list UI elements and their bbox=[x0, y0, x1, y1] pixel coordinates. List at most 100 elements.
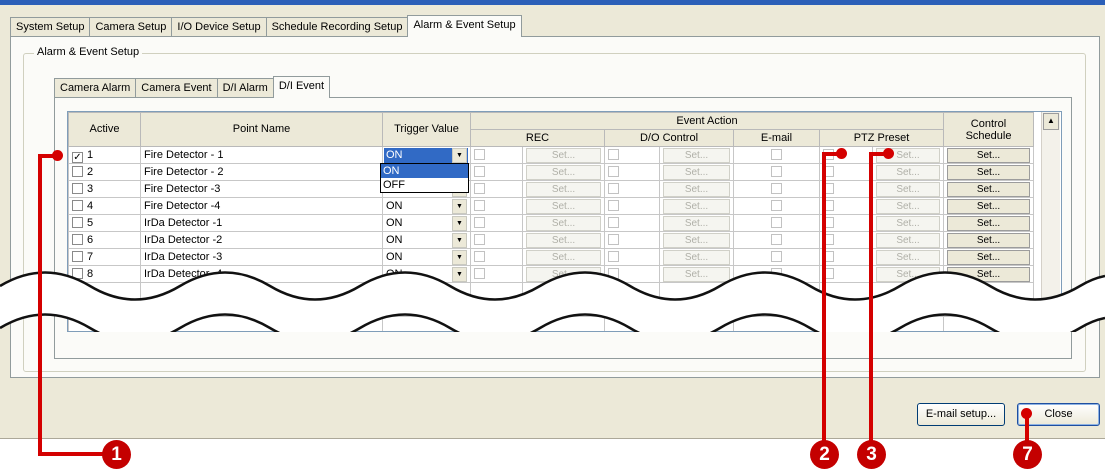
wavy-break-graphic bbox=[0, 271, 1105, 332]
ptz-preset-set-button[interactable]: Set... bbox=[876, 198, 940, 214]
do-control-set-button[interactable]: Set... bbox=[663, 164, 730, 180]
active-checkbox[interactable] bbox=[72, 182, 83, 194]
active-cell: 3 bbox=[68, 180, 141, 198]
tab-alarm-event-setup[interactable]: Alarm & Event Setup bbox=[407, 15, 522, 37]
point-name-cell: Fire Detector - 2 bbox=[140, 163, 383, 181]
rec-cell bbox=[470, 180, 523, 198]
trigger-value-select[interactable]: ON▼ bbox=[384, 147, 468, 163]
subtab-camera-alarm[interactable]: Camera Alarm bbox=[54, 78, 137, 97]
tab-schedule-recording-setup[interactable]: Schedule Recording Setup bbox=[265, 17, 409, 36]
ptz-preset-set-button[interactable]: Set... bbox=[876, 181, 940, 197]
email-checkbox[interactable] bbox=[771, 182, 782, 194]
active-checkbox[interactable] bbox=[72, 199, 83, 211]
dropdown-option-on[interactable]: ON bbox=[381, 164, 468, 178]
schedule-cell: Set... bbox=[943, 163, 1034, 181]
trigger-value-select[interactable]: ON ▼ bbox=[386, 198, 467, 214]
do-control-checkbox[interactable] bbox=[608, 250, 619, 262]
dropdown-arrow-icon[interactable]: ▼ bbox=[452, 147, 467, 163]
ptz-preset-set-button[interactable]: Set... bbox=[876, 215, 940, 231]
email-checkbox[interactable] bbox=[771, 250, 782, 262]
dropdown-option-off[interactable]: OFF bbox=[381, 178, 468, 192]
do-control-set-button[interactable]: Set... bbox=[663, 181, 730, 197]
point-number: 3 bbox=[87, 182, 94, 195]
do-control-checkbox[interactable] bbox=[608, 216, 619, 228]
point-name-cell: IrDa Detector -1 bbox=[140, 214, 383, 232]
rec-checkbox[interactable] bbox=[474, 199, 485, 211]
active-cell: 5 bbox=[68, 214, 141, 232]
rec-set-button[interactable]: Set... bbox=[526, 164, 601, 180]
dropdown-arrow-icon[interactable]: ▼ bbox=[452, 232, 467, 248]
do-control-checkbox[interactable] bbox=[608, 199, 619, 211]
subtab-camera-event[interactable]: Camera Event bbox=[135, 78, 218, 97]
email-setup-button[interactable]: E-mail setup... bbox=[917, 403, 1005, 426]
rec-checkbox[interactable] bbox=[474, 216, 485, 228]
point-number: 5 bbox=[87, 216, 94, 229]
rec-set-button[interactable]: Set... bbox=[526, 215, 601, 231]
trigger-value-dropdown-list[interactable]: ON OFF bbox=[380, 163, 469, 193]
dropdown-arrow-icon[interactable]: ▼ bbox=[452, 198, 467, 214]
do-control-checkbox[interactable] bbox=[608, 233, 619, 245]
ptz-set-cell: Set... bbox=[872, 163, 944, 181]
do-control-set-button[interactable]: Set... bbox=[663, 215, 730, 231]
trigger-value-text: ON bbox=[386, 199, 403, 212]
control-schedule-set-button[interactable]: Set... bbox=[947, 232, 1030, 248]
active-checkbox[interactable] bbox=[72, 250, 83, 262]
trigger-value-select[interactable]: ON▼ bbox=[386, 215, 467, 231]
tab-camera-setup[interactable]: Camera Setup bbox=[89, 17, 173, 36]
tab-system-setup[interactable]: System Setup bbox=[10, 17, 91, 36]
do-control-checkbox[interactable] bbox=[608, 182, 619, 194]
rec-set-button[interactable]: Set... bbox=[526, 198, 601, 214]
email-checkbox[interactable] bbox=[771, 165, 782, 177]
ptz-preset-set-button[interactable]: Set... bbox=[876, 232, 940, 248]
active-cell: 6 bbox=[68, 231, 141, 249]
do-control-checkbox[interactable] bbox=[608, 148, 619, 160]
control-schedule-set-button[interactable]: Set... bbox=[947, 181, 1030, 197]
do-control-set-button[interactable]: Set... bbox=[663, 147, 730, 163]
active-checkbox[interactable] bbox=[72, 216, 83, 228]
control-schedule-set-button[interactable]: Set... bbox=[947, 164, 1030, 180]
tab-io-device-setup[interactable]: I/O Device Setup bbox=[171, 17, 267, 36]
control-schedule-set-button[interactable]: Set... bbox=[947, 215, 1030, 231]
dropdown-arrow-icon[interactable]: ▼ bbox=[452, 215, 467, 231]
rec-checkbox[interactable] bbox=[474, 148, 485, 160]
rec-checkbox[interactable] bbox=[474, 250, 485, 262]
email-checkbox[interactable] bbox=[771, 216, 782, 228]
table-row: 6 IrDa Detector -2 ON ▼ Set... Set... Set... Se… bbox=[68, 231, 1034, 249]
trigger-value-cell: ON ▼ bbox=[382, 197, 471, 215]
email-cell bbox=[733, 214, 820, 232]
subtab-di-alarm[interactable]: D/I Alarm bbox=[216, 78, 274, 97]
point-number: 6 bbox=[87, 233, 94, 246]
rec-checkbox[interactable] bbox=[474, 182, 485, 194]
do-control-set-button[interactable]: Set... bbox=[663, 232, 730, 248]
rec-checkbox[interactable] bbox=[474, 233, 485, 245]
rec-set-button[interactable]: Set... bbox=[526, 181, 601, 197]
rec-checkbox[interactable] bbox=[474, 165, 485, 177]
email-cell bbox=[733, 146, 820, 164]
email-checkbox[interactable] bbox=[771, 148, 782, 160]
active-checkbox[interactable]: ✓ bbox=[72, 151, 83, 163]
rec-cell bbox=[470, 214, 523, 232]
do-control-checkbox[interactable] bbox=[608, 165, 619, 177]
do-control-cell bbox=[604, 163, 660, 181]
rec-cell bbox=[470, 231, 523, 249]
control-schedule-set-button[interactable]: Set... bbox=[947, 147, 1030, 163]
email-checkbox[interactable] bbox=[771, 233, 782, 245]
header-trigger-value: Trigger Value bbox=[382, 112, 471, 147]
ptz-set-cell: Set... bbox=[872, 180, 944, 198]
do-set-cell: Set... bbox=[659, 197, 734, 215]
trigger-value-select[interactable]: ON▼ bbox=[386, 232, 467, 248]
do-control-set-button[interactable]: Set... bbox=[663, 198, 730, 214]
email-cell bbox=[733, 163, 820, 181]
subtab-di-event[interactable]: D/I Event bbox=[272, 76, 331, 98]
rec-set-cell: Set... bbox=[522, 197, 605, 215]
control-schedule-set-button[interactable]: Set... bbox=[947, 198, 1030, 214]
rec-set-button[interactable]: Set... bbox=[526, 147, 601, 163]
email-checkbox[interactable] bbox=[771, 199, 782, 211]
main-tabs: System Setup Camera Setup I/O Device Set… bbox=[10, 15, 522, 37]
active-checkbox[interactable] bbox=[72, 233, 83, 245]
scroll-up-arrow-icon[interactable]: ▲ bbox=[1043, 113, 1059, 130]
rec-set-button[interactable]: Set... bbox=[526, 232, 601, 248]
point-name-cell: IrDa Detector -2 bbox=[140, 231, 383, 249]
ptz-preset-set-button[interactable]: Set... bbox=[876, 164, 940, 180]
active-checkbox[interactable] bbox=[72, 165, 83, 177]
